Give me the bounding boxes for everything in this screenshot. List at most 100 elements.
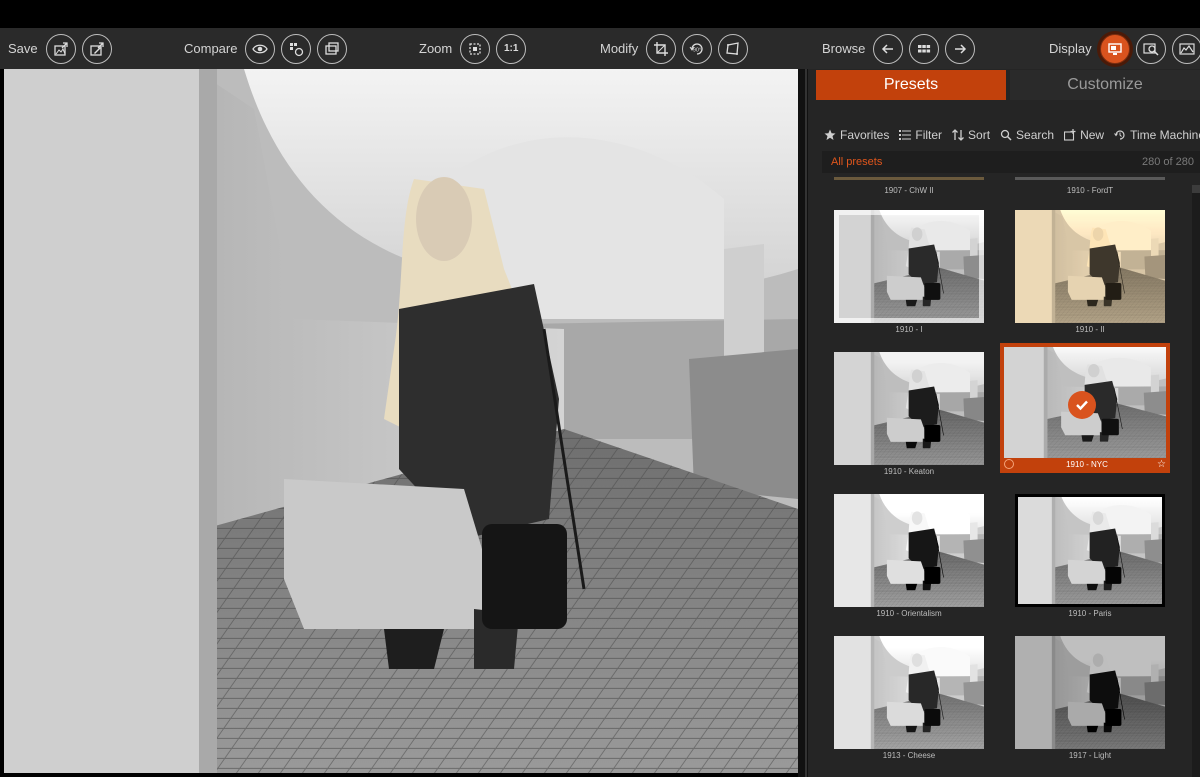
compare-original-button[interactable] — [245, 33, 276, 64]
filter-label: Filter — [915, 128, 943, 142]
histogram-button[interactable] — [1171, 33, 1200, 64]
save-image-button[interactable] — [45, 33, 76, 64]
previous-photo-button[interactable] — [873, 33, 904, 64]
panel-tabs: Presets Customize — [816, 70, 1200, 100]
browse-label: Browse — [822, 41, 866, 56]
selected-check-icon — [1068, 391, 1096, 419]
search-button[interactable]: Search — [1000, 128, 1054, 142]
time-machine-button[interactable]: Time Machine — [1114, 128, 1200, 142]
favorites-button[interactable]: Favorites — [824, 128, 889, 142]
search-label: Search — [1016, 128, 1055, 142]
zoom-group: Zoom 1:1 — [419, 33, 527, 64]
favorite-star-icon[interactable]: ☆ — [1157, 459, 1166, 470]
preset-thumbnail[interactable]: 1913 - Cheese — [822, 631, 992, 763]
preset-image — [1015, 494, 1165, 607]
preset-label: 1910 - NYC — [1066, 460, 1108, 469]
main-toolbar: Save Compare Zoom 1:1 Modify 90° Browse … — [0, 28, 1200, 69]
browse-grid-button[interactable] — [909, 33, 940, 64]
preset-image — [834, 636, 984, 749]
sort-label: Sort — [968, 128, 991, 142]
partial-thumb-strip — [834, 177, 984, 180]
time-machine-label: Time Machine — [1130, 128, 1200, 142]
compare-group: Compare — [184, 33, 348, 64]
preset-image — [834, 210, 984, 323]
save-group: Save — [8, 33, 112, 64]
single-view-button[interactable] — [1099, 33, 1130, 64]
single-view-icon — [1107, 42, 1122, 55]
preset-thumbnail-selected[interactable]: 1910 - NYC ☆ — [1000, 343, 1170, 473]
browse-group: Browse — [822, 33, 976, 64]
eye-icon — [252, 44, 269, 53]
list-filter-icon — [899, 130, 912, 140]
crop-icon — [654, 41, 669, 56]
main-photo-image — [4, 69, 798, 773]
zoom-1-1-button[interactable]: 1:1 — [496, 33, 527, 64]
save-edit-button[interactable] — [81, 33, 112, 64]
preset-filter-bar[interactable]: All presets 280 of 280 — [822, 151, 1200, 173]
preset-image — [1015, 636, 1165, 749]
window-title-bar — [0, 0, 1200, 28]
preset-thumbnail[interactable]: 1910 - Orientalism — [822, 489, 992, 621]
star-icon — [824, 129, 836, 140]
arrow-right-icon — [955, 43, 967, 54]
arrow-left-icon — [882, 43, 894, 54]
grid-icon — [918, 44, 931, 52]
preset-count: 280 of 280 — [1142, 156, 1194, 168]
save-label: Save — [8, 41, 38, 56]
new-preset-button[interactable]: New — [1064, 128, 1104, 142]
modify-group: Modify 90° — [600, 33, 749, 64]
filter-name: All presets — [831, 156, 883, 168]
preset-label: 1910 - I — [895, 325, 923, 334]
preset-thumbnail[interactable]: 1917 - Light — [1003, 631, 1173, 763]
preset-label[interactable]: 1907 - ChW II — [834, 186, 984, 195]
preset-label: 1917 - Light — [1068, 751, 1112, 760]
preset-label: 1910 - II — [1075, 325, 1105, 334]
preset-label: 1910 - Paris — [1068, 609, 1112, 618]
preset-label[interactable]: 1910 - FordT — [1015, 186, 1165, 195]
filter-button[interactable]: Filter — [899, 128, 942, 142]
preset-thumbnail[interactable]: 1910 - I — [822, 205, 992, 337]
save-image-icon — [53, 41, 68, 56]
zoom-fit-button[interactable] — [460, 33, 491, 64]
preset-image — [834, 494, 984, 607]
transform-icon — [726, 41, 740, 55]
rotate-90-text: 90° — [693, 47, 701, 53]
transform-button[interactable] — [718, 33, 749, 64]
rotate-90-icon: 90° — [689, 42, 703, 55]
modify-label: Modify — [600, 41, 639, 56]
compare-grid-icon — [290, 42, 304, 56]
sort-icon — [952, 129, 964, 141]
compare-photos-button[interactable] — [317, 33, 348, 64]
zoom-label: Zoom — [419, 41, 453, 56]
splitter-line — [805, 69, 807, 777]
tab-presets[interactable]: Presets — [816, 70, 1006, 100]
next-photo-button[interactable] — [945, 33, 976, 64]
main-photo-preview[interactable] — [4, 69, 798, 773]
partial-thumb-strip — [1015, 177, 1165, 180]
histogram-icon — [1179, 42, 1195, 55]
preset-thumbnail[interactable]: 1910 - Keaton — [822, 347, 992, 479]
preset-thumbnail[interactable]: 1910 - Paris — [1003, 489, 1173, 621]
compare-photos-icon — [325, 41, 340, 55]
partial-preset-row: 1907 - ChW II 1910 - FordT — [822, 177, 1192, 197]
preset-label: 1910 - Orientalism — [876, 609, 942, 618]
zoom-view-button[interactable] — [1135, 33, 1166, 64]
presets-scrollbar[interactable] — [1192, 185, 1200, 777]
compare-grid-button[interactable] — [281, 33, 312, 64]
display-label: Display — [1049, 41, 1092, 56]
presets-grid: 1907 - ChW II 1910 - FordT 1910 - I 1910… — [822, 177, 1192, 777]
rotate-90-button[interactable]: 90° — [682, 33, 713, 64]
preset-image — [834, 352, 984, 465]
compare-label: Compare — [184, 41, 238, 56]
preset-thumbnail[interactable]: 1910 - II — [1003, 205, 1173, 337]
crop-button[interactable] — [646, 33, 677, 64]
search-icon — [1000, 129, 1012, 141]
save-edit-icon — [89, 41, 104, 56]
presets-toolbar: Favorites Filter Sort Search New Time Ma… — [824, 126, 1200, 144]
scroll-up-arrow[interactable] — [1192, 185, 1200, 193]
zoom-fit-icon — [469, 42, 481, 55]
preset-image — [1015, 210, 1165, 323]
sort-button[interactable]: Sort — [952, 128, 990, 142]
tab-customize[interactable]: Customize — [1010, 70, 1200, 100]
preset-label: 1913 - Cheese — [882, 751, 936, 760]
